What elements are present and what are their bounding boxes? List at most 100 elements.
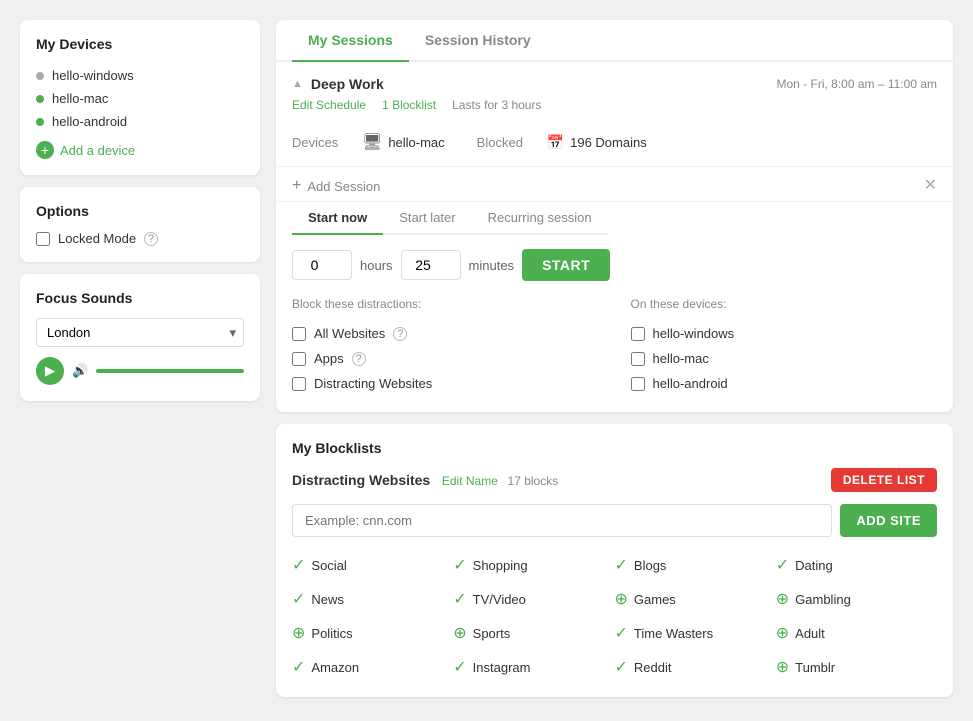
form-tab-recurring[interactable]: Recurring session — [472, 202, 608, 235]
category-label: Shopping — [473, 558, 528, 573]
category-item[interactable]: ✓Blogs — [615, 551, 776, 579]
form-tabs: Start now Start later Recurring session — [292, 202, 608, 235]
check-device-windows: hello-windows — [631, 321, 938, 346]
deep-work-session: ▲ Deep Work Mon - Fri, 8:00 am – 11:00 a… — [276, 62, 953, 167]
device-item-mac: hello-mac — [36, 87, 244, 110]
category-item[interactable]: ✓Amazon — [292, 653, 453, 681]
start-button[interactable]: START — [522, 249, 610, 281]
category-item[interactable]: ✓Instagram — [453, 653, 614, 681]
category-item[interactable]: ✓ Shopping — [453, 551, 614, 579]
session-header: ▲ Deep Work Mon - Fri, 8:00 am – 11:00 a… — [292, 76, 937, 92]
edit-schedule-link[interactable]: Edit Schedule — [292, 98, 366, 112]
check-device-android: hello-android — [631, 371, 938, 396]
apps-label: Apps — [314, 351, 344, 366]
monitor-icon: 🖥 — [362, 132, 382, 152]
block-row: Block these distractions: All Websites ?… — [292, 297, 937, 396]
category-item[interactable]: ⊕Sports — [453, 619, 614, 647]
add-session-button[interactable]: + Add Session — [292, 177, 380, 195]
add-device-button[interactable]: + Add a device — [36, 141, 135, 159]
check-green-icon: ✓ — [615, 657, 628, 677]
category-label: Reddit — [634, 660, 672, 675]
device-windows-checkbox[interactable] — [631, 327, 645, 341]
category-item[interactable]: ✓News — [292, 585, 453, 613]
category-item[interactable]: ⊕Tumblr — [776, 653, 937, 681]
device-value-text: hello-mac — [388, 135, 444, 150]
device-android-checkbox[interactable] — [631, 377, 645, 391]
check-green-icon: ✓ — [453, 589, 466, 609]
apps-help-icon[interactable]: ? — [352, 352, 366, 366]
devices-title: My Devices — [36, 36, 244, 52]
apps-checkbox[interactable] — [292, 352, 306, 366]
all-websites-label: All Websites — [314, 326, 385, 341]
category-item[interactable]: ✓Social — [292, 551, 453, 579]
category-item[interactable]: ✓Dating — [776, 551, 937, 579]
category-item[interactable]: ⊕Games — [615, 585, 776, 613]
locked-mode-checkbox[interactable] — [36, 232, 50, 246]
check-green-icon: ✓ — [615, 623, 628, 643]
distracting-websites-checkbox[interactable] — [292, 377, 306, 391]
blocklist-name: Distracting Websites — [292, 472, 430, 488]
devices-card: My Devices hello-windows hello-mac hello… — [20, 20, 260, 175]
volume-bar[interactable] — [96, 369, 244, 373]
add-device-label: Add a device — [60, 143, 135, 158]
time-row: hours minutes START — [292, 249, 937, 281]
play-button[interactable]: ▶ — [36, 357, 64, 385]
blocked-label: Blocked — [477, 135, 537, 150]
sessions-card: My Sessions Session History ▲ Deep Work … — [276, 20, 953, 412]
delete-list-button[interactable]: DELETE LIST — [831, 468, 937, 492]
add-site-button[interactable]: ADD SITE — [840, 504, 937, 537]
category-label: Time Wasters — [634, 626, 713, 641]
device-name-mac: hello-mac — [52, 91, 108, 106]
form-tab-start-now[interactable]: Start now — [292, 202, 383, 235]
device-value: 🖥 hello-mac — [362, 132, 445, 152]
sound-select[interactable]: London Paris New York Tokyo — [36, 318, 244, 347]
minutes-input[interactable] — [401, 250, 461, 280]
blocked-value-text: 196 Domains — [570, 135, 647, 150]
tab-my-sessions[interactable]: My Sessions — [292, 20, 409, 62]
options-card: Options Locked Mode ? — [20, 187, 260, 262]
lasts-text: Lasts for 3 hours — [452, 98, 541, 112]
form-tab-start-later[interactable]: Start later — [383, 202, 471, 235]
blocklist-count-link[interactable]: 1 Blocklist — [382, 98, 436, 112]
minutes-label: minutes — [469, 258, 515, 273]
blocked-detail: Blocked 📅 196 Domains — [477, 132, 647, 152]
blocklists-card: My Blocklists Distracting Websites Edit … — [276, 424, 953, 697]
locked-mode-help-icon[interactable]: ? — [144, 232, 158, 246]
all-websites-help-icon[interactable]: ? — [393, 327, 407, 341]
session-details: Devices 🖥 hello-mac Blocked 📅 196 Domain… — [292, 124, 937, 152]
on-devices-title: On these devices: — [631, 297, 938, 311]
close-form-button[interactable]: ✕ — [924, 175, 937, 195]
hours-input[interactable] — [292, 250, 352, 280]
category-item[interactable]: ⊕Adult — [776, 619, 937, 647]
dot-icon-windows — [36, 72, 44, 80]
plus-icon: + — [292, 177, 301, 195]
check-green-icon: ✓ — [453, 555, 466, 575]
locked-mode-row: Locked Mode ? — [36, 231, 244, 246]
edit-name-link[interactable]: Edit Name — [442, 474, 498, 488]
add-session-label: Add Session — [307, 179, 380, 194]
focus-sounds-title: Focus Sounds — [36, 290, 244, 306]
category-item[interactable]: ✓ Time Wasters — [615, 619, 776, 647]
category-item[interactable]: ⊕Gambling — [776, 585, 937, 613]
blocklists-title: My Blocklists — [292, 440, 937, 456]
block-distractions-title: Block these distractions: — [292, 297, 599, 311]
all-websites-checkbox[interactable] — [292, 327, 306, 341]
category-label: Tumblr — [795, 660, 835, 675]
options-title: Options — [36, 203, 244, 219]
device-mac-checkbox[interactable] — [631, 352, 645, 366]
blocklist-name-row: Distracting Websites Edit Name 17 blocks — [292, 472, 558, 488]
category-label: Games — [634, 592, 676, 607]
device-mac-label: hello-mac — [653, 351, 709, 366]
site-input[interactable] — [292, 504, 832, 537]
form-tabs-row: Start now Start later Recurring session — [292, 202, 937, 249]
chevron-up-icon: ▲ — [292, 78, 303, 90]
check-green-icon: ✓ — [292, 657, 305, 677]
category-item[interactable]: ⊕Politics — [292, 619, 453, 647]
category-label: Adult — [795, 626, 825, 641]
category-item[interactable]: ✓ Reddit — [615, 653, 776, 681]
category-label: Dating — [795, 558, 833, 573]
blocklist-header: Distracting Websites Edit Name 17 blocks… — [292, 468, 937, 492]
tab-session-history[interactable]: Session History — [409, 20, 547, 62]
category-item[interactable]: ✓TV/Video — [453, 585, 614, 613]
session-meta: Edit Schedule 1 Blocklist Lasts for 3 ho… — [292, 98, 937, 112]
